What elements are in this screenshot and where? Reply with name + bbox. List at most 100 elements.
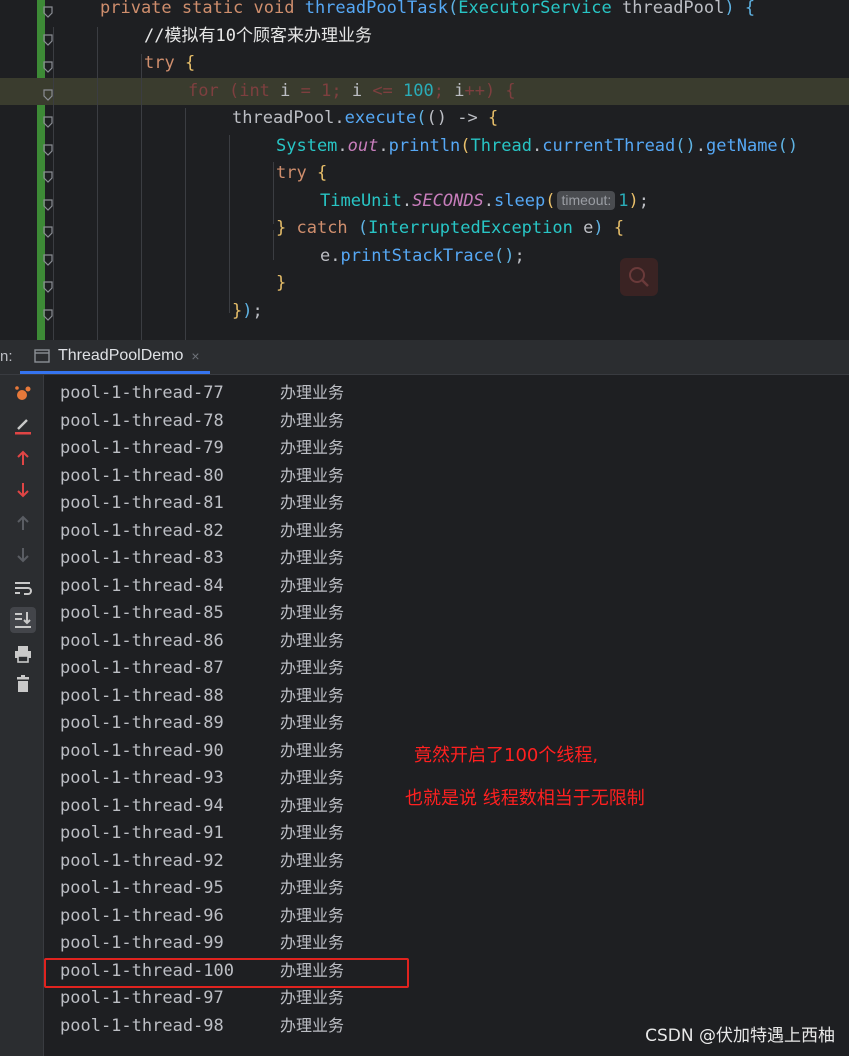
console-output[interactable]: pool-1-thread-77 办理业务 pool-1-thread-78 办理业务… [44,375,849,1056]
console-line: pool-1-thread-82 办理业务 [60,517,344,544]
indent-guide [53,27,54,340]
code-token: ( [228,80,240,101]
code-token: e [583,218,594,238]
code-token: TimeUnit [320,190,402,211]
console-line: pool-1-thread-98 办理业务 [60,1012,344,1039]
code-token: ) [724,0,735,18]
code-token: . [695,135,707,156]
fold-marker-icon[interactable] [43,251,53,266]
print-icon[interactable] [10,641,36,667]
fold-marker-icon[interactable] [43,168,53,183]
code-token: . [378,135,389,156]
code-token: try [144,53,185,73]
console-message: 办理业务 [280,1015,345,1035]
code-editor[interactable]: private static void threadPoolTask(Execu… [0,0,849,340]
console-line: pool-1-thread-97 办理业务 [60,984,344,1011]
code-line: private static void threadPoolTask(Execu… [0,0,849,22]
close-icon[interactable]: × [191,348,199,364]
thread-name: pool-1-thread-98 [60,1015,224,1036]
code-token: () -> [426,108,488,128]
code-token: ( [460,135,471,156]
thread-name: pool-1-thread-82 [60,520,224,541]
fold-marker-icon[interactable] [43,306,53,321]
code-token: . [483,190,495,211]
thread-name: pool-1-thread-80 [60,465,224,486]
code-token: printStackTrace [340,245,495,266]
down-arrow-icon[interactable] [10,477,36,503]
trash-icon[interactable] [10,671,36,697]
console-message: 办理业务 [280,795,345,815]
tab-threadpooldemo[interactable]: ThreadPoolDemo × [20,340,210,374]
code-token: SECONDS [412,190,484,211]
code-token: ( [357,218,369,238]
watermark: CSDN @伏加特遇上西柚 [645,1026,835,1046]
console-line: pool-1-thread-80 办理业务 [60,462,344,489]
fold-marker-icon[interactable] [43,86,53,101]
code-token: getName [706,135,778,156]
code-line: }); [0,298,849,325]
down-arrow-disabled-icon [10,542,36,568]
code-token: . [401,190,413,211]
thread-name: pool-1-thread-84 [60,575,224,596]
code-token: ( [448,0,459,18]
code-token: println [388,135,461,156]
indent-guide [229,135,230,313]
code-token: i [454,80,465,101]
thread-name: pool-1-thread-95 [60,878,224,898]
console-line: pool-1-thread-85 办理业务 [60,599,344,626]
thread-name: pool-1-thread-99 [60,933,224,953]
fold-marker-icon[interactable] [43,58,53,73]
thread-name: pool-1-thread-86 [60,630,224,651]
tab-title: ThreadPoolDemo [58,346,184,364]
fold-marker-icon[interactable] [43,278,53,293]
console-message: 办理业务 [280,933,345,952]
scroll-to-end-icon[interactable] [10,607,36,633]
console-line: pool-1-thread-79 办理业务 [60,434,344,461]
thread-name: pool-1-thread-78 [60,410,224,431]
rerun-icon[interactable] [10,381,36,407]
code-token: threadPoolTask [304,0,448,18]
fold-marker-icon[interactable] [43,31,53,46]
code-token: System [276,135,338,156]
code-token: ; [514,245,525,266]
code-token: <= [362,80,404,101]
code-token: Thread [470,135,532,156]
code-line: TimeUnit.SECONDS.sleep(timeout: 1); [0,188,849,215]
fold-marker-icon[interactable] [43,196,53,211]
code-line: //模拟有10个顾客来办理业务 [0,23,849,50]
code-token: out [347,135,379,156]
code-token: } [276,273,287,293]
annotation-line-2: 也就是说 线程数相当于无限制 [405,788,645,809]
code-token: 100 [403,80,434,101]
console-line: pool-1-thread-83 办理业务 [60,544,344,571]
edit-config-icon[interactable] [10,413,36,439]
thread-name: pool-1-thread-91 [60,823,224,843]
fold-marker-icon[interactable] [43,3,53,18]
highlight-box [44,958,409,988]
thread-name: pool-1-thread-83 [60,548,224,568]
console-line: pool-1-thread-78 办理业务 [60,407,344,434]
code-token: . [531,135,543,156]
code-token: { [316,163,328,183]
console-message: 办理业务 [280,740,345,760]
up-arrow-icon[interactable] [10,445,36,471]
code-token: e [320,245,331,266]
fold-marker-icon[interactable] [43,223,53,238]
code-token: ++) { [464,80,516,101]
console-message: 办理业务 [280,383,345,402]
console-line: pool-1-thread-90 办理业务 [60,737,344,764]
soft-wrap-icon[interactable] [10,575,36,601]
fold-marker-icon[interactable] [43,141,53,156]
code-token: i [351,80,363,101]
code-token: () [777,135,799,156]
code-token: { [613,218,625,238]
thread-name: pool-1-thread-92 [60,850,224,871]
parameter-hint: timeout: [557,190,616,210]
fold-marker-icon[interactable] [43,113,53,128]
thread-name: pool-1-thread-85 [60,603,224,623]
code-line: e.printStackTrace(); [0,243,849,270]
thread-name: pool-1-thread-94 [60,795,224,816]
code-token: threadPool [232,108,335,128]
search-icon[interactable] [620,258,658,296]
code-token: ; [252,300,263,321]
